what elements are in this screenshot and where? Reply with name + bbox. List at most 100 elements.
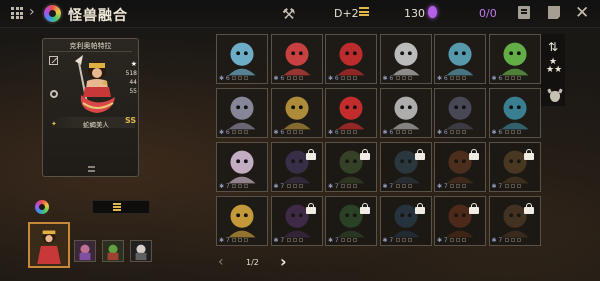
monster-cell[interactable]: ✱ 7 [434, 196, 486, 246]
monster-cell[interactable]: ✱ 6 [488, 88, 541, 138]
menu-grid-icon[interactable] [11, 7, 23, 19]
cell-level: ✱ 6 [491, 75, 503, 82]
monster-cell[interactable]: ✱ 6 [434, 88, 486, 138]
chevron-right-icon[interactable]: › [29, 4, 35, 20]
monster-cell[interactable]: ✱ 7 [488, 196, 541, 246]
cell-level: ✱ 6 [437, 129, 448, 136]
gear-icon[interactable] [50, 90, 58, 98]
lock-icon [469, 149, 479, 160]
monster-cell[interactable]: ✱ 7 [325, 142, 377, 192]
monster-cell[interactable]: ✱ 6 [270, 34, 323, 84]
cell-level: ✱ 6 [219, 129, 230, 136]
rank-slots [286, 238, 303, 242]
stack-icon [113, 203, 121, 212]
book-icon[interactable] [518, 6, 530, 19]
rank-slots [341, 238, 357, 242]
monster-portrait [75, 55, 115, 113]
cell-level: ✱ 6 [219, 75, 230, 82]
cell-level: ✱ 6 [437, 75, 448, 82]
close-icon[interactable]: ✕ [575, 3, 589, 23]
rank-slots [341, 130, 357, 134]
rank-slots [395, 130, 412, 134]
monster-name: 克利奥帕特拉 [69, 42, 112, 50]
rank-slots [504, 184, 521, 188]
monster-cell[interactable]: ✱ 7 [325, 196, 377, 246]
fusion-slot[interactable] [130, 240, 152, 262]
rank-slots [450, 76, 466, 80]
fusion-element-icon[interactable] [35, 200, 49, 214]
rank-slots [286, 184, 303, 188]
monster-cell[interactable]: ✱ 6 [488, 34, 541, 84]
stat-attack: 44 [129, 79, 137, 86]
monster-cell[interactable]: ✱ 7 [379, 196, 432, 246]
top-bar: › 怪兽融合 ⚒ D+2 130 0/0 ✕ [0, 0, 600, 28]
lock-icon [414, 203, 425, 214]
difficulty-level: D+2 [334, 7, 359, 20]
cell-level: ✱ 6 [273, 75, 285, 82]
monster-cell[interactable]: ✱ 7 [488, 142, 541, 192]
cell-level: ✱ 7 [328, 183, 339, 190]
monster-cell[interactable]: ✱ 7 [434, 142, 486, 192]
rank-slots [286, 76, 303, 80]
fusion-counter: 0/0 [479, 7, 497, 20]
monster-cell[interactable]: ✱ 6 [379, 34, 432, 84]
next-page-button[interactable]: › [280, 252, 287, 271]
notes-icon[interactable] [548, 6, 560, 19]
cell-level: ✱ 7 [437, 237, 448, 244]
lock-icon [305, 203, 316, 214]
monster-cell[interactable]: ✱ 6 [379, 88, 432, 138]
potion-icon [428, 6, 437, 18]
rank-slots [232, 184, 248, 188]
lock-icon [305, 149, 316, 160]
monster-cell[interactable]: ✱ 6 [216, 34, 268, 84]
cell-level: ✱ 6 [328, 75, 339, 82]
monster-cell[interactable]: ✱ 7 [216, 142, 268, 192]
monster-cell[interactable]: ✱ 6 [325, 88, 377, 138]
cell-level: ✱ 7 [437, 183, 448, 190]
lines-icon [88, 166, 95, 172]
rank-slots [395, 238, 412, 242]
rank-slots [504, 130, 521, 134]
monster-cell[interactable]: ✱ 7 [379, 142, 432, 192]
sort-icon[interactable]: ⇅ [548, 40, 558, 54]
coin-count: 130 [404, 7, 425, 20]
cell-level: ✱ 7 [328, 237, 339, 244]
tools-icon[interactable]: ⚒ [282, 5, 295, 23]
divider [49, 51, 132, 52]
lock-icon [360, 149, 370, 160]
expand-icon[interactable] [49, 56, 58, 65]
rank-slots [286, 130, 303, 134]
fusion-slot[interactable] [102, 240, 124, 262]
star-filter-icon[interactable]: ★ ★★ [546, 58, 562, 75]
cell-level: ✱ 7 [491, 183, 503, 190]
lock-icon [469, 203, 479, 214]
monster-cell[interactable]: ✱ 7 [216, 196, 268, 246]
lock-icon [414, 149, 425, 160]
cell-level: ✱ 7 [382, 237, 394, 244]
demon-filter-icon[interactable] [550, 91, 560, 102]
rank-slots [395, 76, 412, 80]
material-bar [92, 200, 150, 214]
species-label: 蛇蝎美人 [83, 121, 109, 129]
monster-cell[interactable]: ✱ 7 [270, 196, 323, 246]
stat-speed: 55 [129, 88, 137, 95]
cell-level: ✱ 6 [273, 129, 285, 136]
monster-cell[interactable]: ✱ 6 [216, 88, 268, 138]
monster-cell[interactable]: ✱ 7 [270, 142, 323, 192]
monster-cell[interactable]: ✱ 6 [434, 34, 486, 84]
prev-page-button[interactable]: ‹ [218, 254, 224, 270]
rank-slots [504, 238, 521, 242]
cell-level: ✱ 7 [219, 183, 230, 190]
stack-icon [359, 7, 369, 19]
fusion-slot-main[interactable] [28, 222, 70, 268]
rank-slots [395, 184, 412, 188]
monster-grid: ✱ 6 ✱ 6 ✱ 6 ✱ 6 ✱ 6 ✱ 6 ✱ 6 ✱ 6 ✱ 6 ✱ 6 ✱ 6 ✱ 6 ✱ 7 ✱… [216, 34, 541, 248]
page-title: 怪兽融合 [68, 8, 128, 24]
monster-cell[interactable]: ✱ 6 [270, 88, 323, 138]
rank-slots [450, 130, 466, 134]
monster-cell[interactable]: ✱ 6 [325, 34, 377, 84]
selected-monster-card: 克利奥帕特拉 ★ 518 44 55 ✦ 蛇蝎美人 SS [42, 38, 139, 177]
lock-icon [360, 203, 370, 214]
rank-slots [232, 76, 248, 80]
fusion-slot[interactable] [74, 240, 96, 262]
